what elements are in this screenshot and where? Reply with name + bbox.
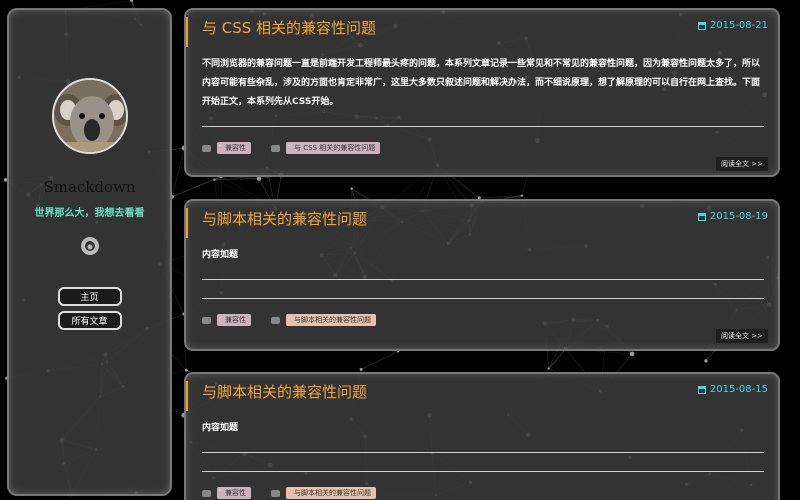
- sidebar-nav: 主页 所有文章: [57, 287, 122, 330]
- post-date: 2015-08-19: [697, 211, 768, 222]
- post-date-text: 2015-08-19: [709, 211, 768, 222]
- sidebar: Smackdown 世界那么大，我想去看看 主页 所有文章: [7, 8, 172, 496]
- folder-icon: [202, 316, 211, 324]
- post-tag[interactable]: 与脚本相关的兼容性问题: [286, 487, 376, 499]
- post-excerpt: 不同浏览器的兼容问题一直是前端开发工程师最头疼的问题，本系列文章记录一些常见和不…: [202, 59, 761, 107]
- post-tag[interactable]: 与 CSS 相关的兼容性问题: [286, 142, 381, 154]
- nav-home-button[interactable]: 主页: [57, 287, 122, 306]
- avatar: [51, 78, 128, 154]
- divider: [202, 471, 764, 472]
- post-card: 与脚本相关的兼容性问题 2015-08-15 内容如题 兼容性 与脚本相关的兼容…: [184, 372, 780, 500]
- divider: [202, 298, 764, 299]
- post-title-link[interactable]: 与脚本相关的兼容性问题: [202, 208, 367, 229]
- divider: [202, 126, 764, 127]
- folder-icon: [202, 144, 211, 152]
- post-tag[interactable]: 与脚本相关的兼容性问题: [286, 314, 376, 326]
- post-excerpt: 内容如题: [202, 423, 239, 433]
- tag-icon: [271, 489, 280, 497]
- site-motto: 世界那么大，我想去看看: [34, 208, 145, 219]
- post-date: 2015-08-21: [697, 20, 768, 31]
- read-more-button[interactable]: 阅读全文 >>: [716, 329, 768, 343]
- post-card: 与脚本相关的兼容性问题 2015-08-19 内容如题 兼容性 与脚本相关的兼容…: [184, 199, 780, 351]
- github-icon[interactable]: [80, 237, 99, 255]
- post-excerpt: 内容如题: [202, 250, 239, 260]
- post-title-link[interactable]: 与 CSS 相关的兼容性问题: [202, 17, 376, 38]
- nav-all-posts-button[interactable]: 所有文章: [57, 311, 122, 330]
- tag-icon: [271, 316, 280, 324]
- divider: [202, 452, 764, 453]
- post-card: 与 CSS 相关的兼容性问题 2015-08-21 不同浏览器的兼容问题一直是前…: [184, 8, 780, 177]
- post-date-text: 2015-08-15: [709, 384, 768, 395]
- site-name: Smackdown: [43, 178, 136, 196]
- category-tag[interactable]: 兼容性: [217, 487, 251, 499]
- post-title-link[interactable]: 与脚本相关的兼容性问题: [202, 381, 367, 402]
- read-more-button[interactable]: 阅读全文 >>: [716, 157, 768, 171]
- koala-avatar-image: [53, 80, 126, 152]
- post-meta: 兼容性 与 CSS 相关的兼容性问题: [202, 142, 394, 154]
- calendar-icon: [697, 385, 706, 394]
- folder-icon: [202, 489, 211, 497]
- post-meta: 兼容性 与脚本相关的兼容性问题: [202, 314, 390, 326]
- calendar-icon: [697, 21, 706, 30]
- category-tag[interactable]: 兼容性: [217, 142, 251, 154]
- tag-icon: [271, 144, 280, 152]
- post-meta: 兼容性 与脚本相关的兼容性问题: [202, 487, 390, 499]
- divider: [202, 279, 764, 280]
- post-date: 2015-08-15: [697, 384, 768, 395]
- category-tag[interactable]: 兼容性: [217, 314, 251, 326]
- cat-icon: [84, 241, 95, 251]
- post-date-text: 2015-08-21: [709, 20, 768, 31]
- calendar-icon: [697, 212, 706, 221]
